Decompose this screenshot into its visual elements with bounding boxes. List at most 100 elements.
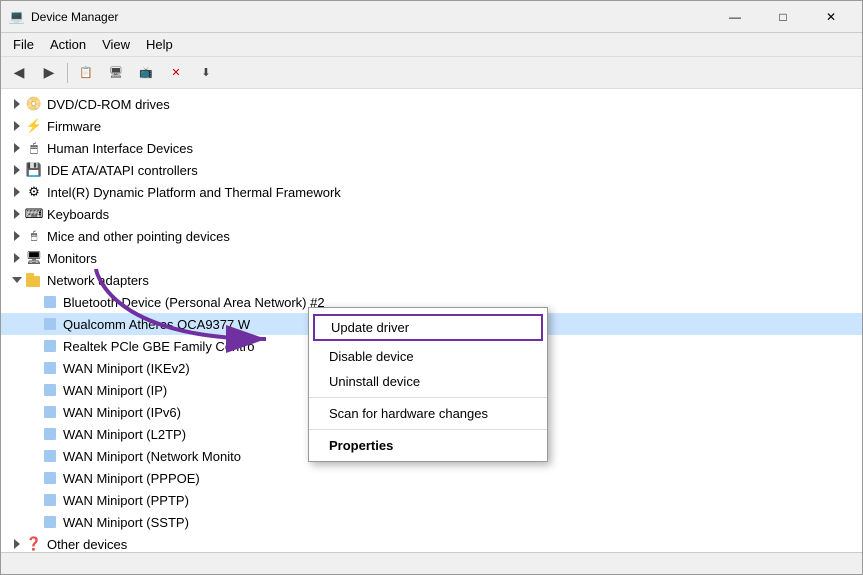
toolbar-toggle[interactable]: 📺 bbox=[132, 60, 160, 86]
expand-realtek-spacer bbox=[25, 338, 41, 354]
label-wan-sstp: WAN Miniport (SSTP) bbox=[63, 515, 189, 530]
toolbar-update-driver[interactable]: 🖥 bbox=[102, 60, 130, 86]
tree-item-wan-pppoe[interactable]: WAN Miniport (PPPOE) bbox=[1, 467, 862, 489]
icon-other: ❓ bbox=[25, 535, 43, 552]
toolbar-properties[interactable]: 📋 bbox=[72, 60, 100, 86]
toolbar-forward[interactable]: ▶ bbox=[35, 60, 63, 86]
icon-network bbox=[25, 271, 43, 289]
label-mice: Mice and other pointing devices bbox=[47, 229, 230, 244]
label-ide: IDE ATA/ATAPI controllers bbox=[47, 163, 198, 178]
label-wan-ipv6: WAN Miniport (IPv6) bbox=[63, 405, 181, 420]
label-other: Other devices bbox=[47, 537, 127, 552]
context-menu-update-driver[interactable]: Update driver bbox=[313, 314, 543, 341]
expand-network[interactable] bbox=[9, 272, 25, 288]
tree-item-other[interactable]: ❓ Other devices bbox=[1, 533, 862, 552]
context-menu-properties[interactable]: Properties bbox=[309, 433, 547, 458]
tree-item-dvd[interactable]: 📀 DVD/CD-ROM drives bbox=[1, 93, 862, 115]
status-bar bbox=[1, 552, 862, 574]
icon-monitors: 🖥 bbox=[25, 249, 43, 267]
expand-mice[interactable] bbox=[9, 228, 25, 244]
label-intel: Intel(R) Dynamic Platform and Thermal Fr… bbox=[47, 185, 341, 200]
expand-ide[interactable] bbox=[9, 162, 25, 178]
label-wan-network: WAN Miniport (Network Monito bbox=[63, 449, 241, 464]
label-monitors: Monitors bbox=[47, 251, 97, 266]
main-content: 📀 DVD/CD-ROM drives ⚡ Firmware 🖱 Human I… bbox=[1, 89, 862, 552]
toolbar-back[interactable]: ◀ bbox=[5, 60, 33, 86]
label-wan-ikev2: WAN Miniport (IKEv2) bbox=[63, 361, 190, 376]
label-wan-pppoe: WAN Miniport (PPPOE) bbox=[63, 471, 200, 486]
icon-wan-ip bbox=[41, 381, 59, 399]
tree-item-wan-pptp[interactable]: WAN Miniport (PPTP) bbox=[1, 489, 862, 511]
menu-view[interactable]: View bbox=[94, 35, 138, 54]
label-realtek: Realtek PCle GBE Family Contro bbox=[63, 339, 254, 354]
context-menu-disable-device[interactable]: Disable device bbox=[309, 344, 547, 369]
icon-wan-pppoe bbox=[41, 469, 59, 487]
icon-qualcomm bbox=[41, 315, 59, 333]
icon-wan-pptp bbox=[41, 491, 59, 509]
menu-action[interactable]: Action bbox=[42, 35, 94, 54]
toolbar-sep-1 bbox=[67, 63, 68, 83]
window-title: Device Manager bbox=[31, 10, 712, 24]
icon-intel: ⚙ bbox=[25, 183, 43, 201]
label-wan-ip: WAN Miniport (IP) bbox=[63, 383, 167, 398]
label-network: Network adapters bbox=[47, 273, 149, 288]
icon-ide: 💾 bbox=[25, 161, 43, 179]
label-hid: Human Interface Devices bbox=[47, 141, 193, 156]
expand-qualcomm-spacer bbox=[25, 316, 41, 332]
toolbar-scan[interactable]: ⬇ bbox=[192, 60, 220, 86]
toolbar: ◀ ▶ 📋 🖥 📺 ✕ ⬇ bbox=[1, 57, 862, 89]
icon-dvd: 📀 bbox=[25, 95, 43, 113]
icon-wan-l2tp bbox=[41, 425, 59, 443]
close-button[interactable]: ✕ bbox=[808, 3, 854, 31]
title-bar: 💻 Device Manager — □ ✕ bbox=[1, 1, 862, 33]
tree-item-ide[interactable]: 💾 IDE ATA/ATAPI controllers bbox=[1, 159, 862, 181]
label-firmware: Firmware bbox=[47, 119, 101, 134]
tree-item-mice[interactable]: 🖱 Mice and other pointing devices bbox=[1, 225, 862, 247]
window-controls: — □ ✕ bbox=[712, 3, 854, 31]
context-menu-scan-hardware[interactable]: Scan for hardware changes bbox=[309, 401, 547, 426]
label-dvd: DVD/CD-ROM drives bbox=[47, 97, 170, 112]
expand-monitors[interactable] bbox=[9, 250, 25, 266]
label-wan-pptp: WAN Miniport (PPTP) bbox=[63, 493, 189, 508]
tree-item-intel[interactable]: ⚙ Intel(R) Dynamic Platform and Thermal … bbox=[1, 181, 862, 203]
window-icon: 💻 bbox=[9, 9, 25, 25]
expand-firmware[interactable] bbox=[9, 118, 25, 134]
tree-item-hid[interactable]: 🖱 Human Interface Devices bbox=[1, 137, 862, 159]
tree-item-firmware[interactable]: ⚡ Firmware bbox=[1, 115, 862, 137]
icon-wan-sstp bbox=[41, 513, 59, 531]
menu-help[interactable]: Help bbox=[138, 35, 181, 54]
maximize-button[interactable]: □ bbox=[760, 3, 806, 31]
context-menu: Update driver Disable device Uninstall d… bbox=[308, 307, 548, 462]
icon-wan-ipv6 bbox=[41, 403, 59, 421]
minimize-button[interactable]: — bbox=[712, 3, 758, 31]
context-menu-uninstall-device[interactable]: Uninstall device bbox=[309, 369, 547, 394]
label-keyboards: Keyboards bbox=[47, 207, 109, 222]
context-menu-separator-1 bbox=[309, 397, 547, 398]
icon-bluetooth bbox=[41, 293, 59, 311]
icon-keyboards: ⌨ bbox=[25, 205, 43, 223]
label-wan-l2tp: WAN Miniport (L2TP) bbox=[63, 427, 186, 442]
expand-dvd[interactable] bbox=[9, 96, 25, 112]
icon-firmware: ⚡ bbox=[25, 117, 43, 135]
expand-keyboards[interactable] bbox=[9, 206, 25, 222]
icon-wan-ikev2 bbox=[41, 359, 59, 377]
expand-hid[interactable] bbox=[9, 140, 25, 156]
icon-wan-network bbox=[41, 447, 59, 465]
label-qualcomm: Qualcomm Atheros QCA9377 W bbox=[63, 317, 250, 332]
expand-intel[interactable] bbox=[9, 184, 25, 200]
expand-bluetooth-spacer bbox=[25, 294, 41, 310]
expand-other[interactable] bbox=[9, 536, 25, 552]
tree-item-network[interactable]: Network adapters bbox=[1, 269, 862, 291]
icon-realtek bbox=[41, 337, 59, 355]
icon-mice: 🖱 bbox=[25, 227, 43, 245]
context-menu-separator-2 bbox=[309, 429, 547, 430]
toolbar-uninstall[interactable]: ✕ bbox=[162, 60, 190, 86]
tree-item-wan-sstp[interactable]: WAN Miniport (SSTP) bbox=[1, 511, 862, 533]
icon-hid: 🖱 bbox=[25, 139, 43, 157]
menu-file[interactable]: File bbox=[5, 35, 42, 54]
tree-item-keyboards[interactable]: ⌨ Keyboards bbox=[1, 203, 862, 225]
tree-item-monitors[interactable]: 🖥 Monitors bbox=[1, 247, 862, 269]
label-bluetooth: Bluetooth Device (Personal Area Network)… bbox=[63, 295, 325, 310]
menu-bar: File Action View Help bbox=[1, 33, 862, 57]
device-manager-window: 💻 Device Manager — □ ✕ File Action View … bbox=[0, 0, 863, 575]
